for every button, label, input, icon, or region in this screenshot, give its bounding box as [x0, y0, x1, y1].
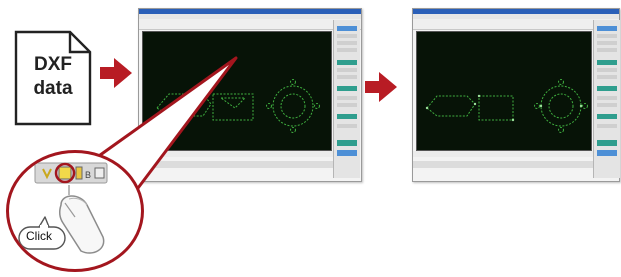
zoom-content: B — [18, 162, 108, 254]
mouse-icon — [58, 185, 105, 254]
zoom-callout: B Click — [6, 150, 144, 272]
svg-text:B: B — [85, 170, 91, 180]
click-label: Click — [26, 229, 52, 243]
